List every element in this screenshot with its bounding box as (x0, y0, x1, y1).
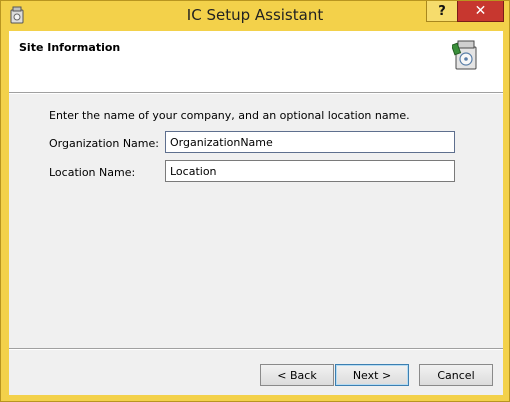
wizard-header: Site Information (9, 31, 503, 92)
help-button[interactable]: ? (426, 1, 458, 22)
cancel-button[interactable]: Cancel (419, 364, 493, 386)
dialog-client-area: Site Information Enter the name of your … (9, 31, 503, 395)
organization-name-label: Organization Name: (49, 137, 159, 150)
organization-name-input[interactable] (165, 131, 455, 153)
close-button[interactable]: ✕ (457, 1, 504, 22)
location-name-label: Location Name: (49, 166, 136, 179)
setup-window: IC Setup Assistant ? ✕ Site Information … (0, 0, 510, 402)
back-button[interactable]: < Back (260, 364, 334, 386)
next-button[interactable]: Next > (335, 364, 409, 386)
setup-install-icon (452, 40, 477, 70)
title-bar[interactable]: IC Setup Assistant ? ✕ (1, 1, 509, 31)
location-name-input[interactable] (165, 160, 455, 182)
footer-separator (9, 348, 503, 350)
instructions-text: Enter the name of your company, and an o… (49, 109, 410, 122)
header-separator (9, 92, 503, 94)
page-title: Site Information (19, 41, 121, 54)
